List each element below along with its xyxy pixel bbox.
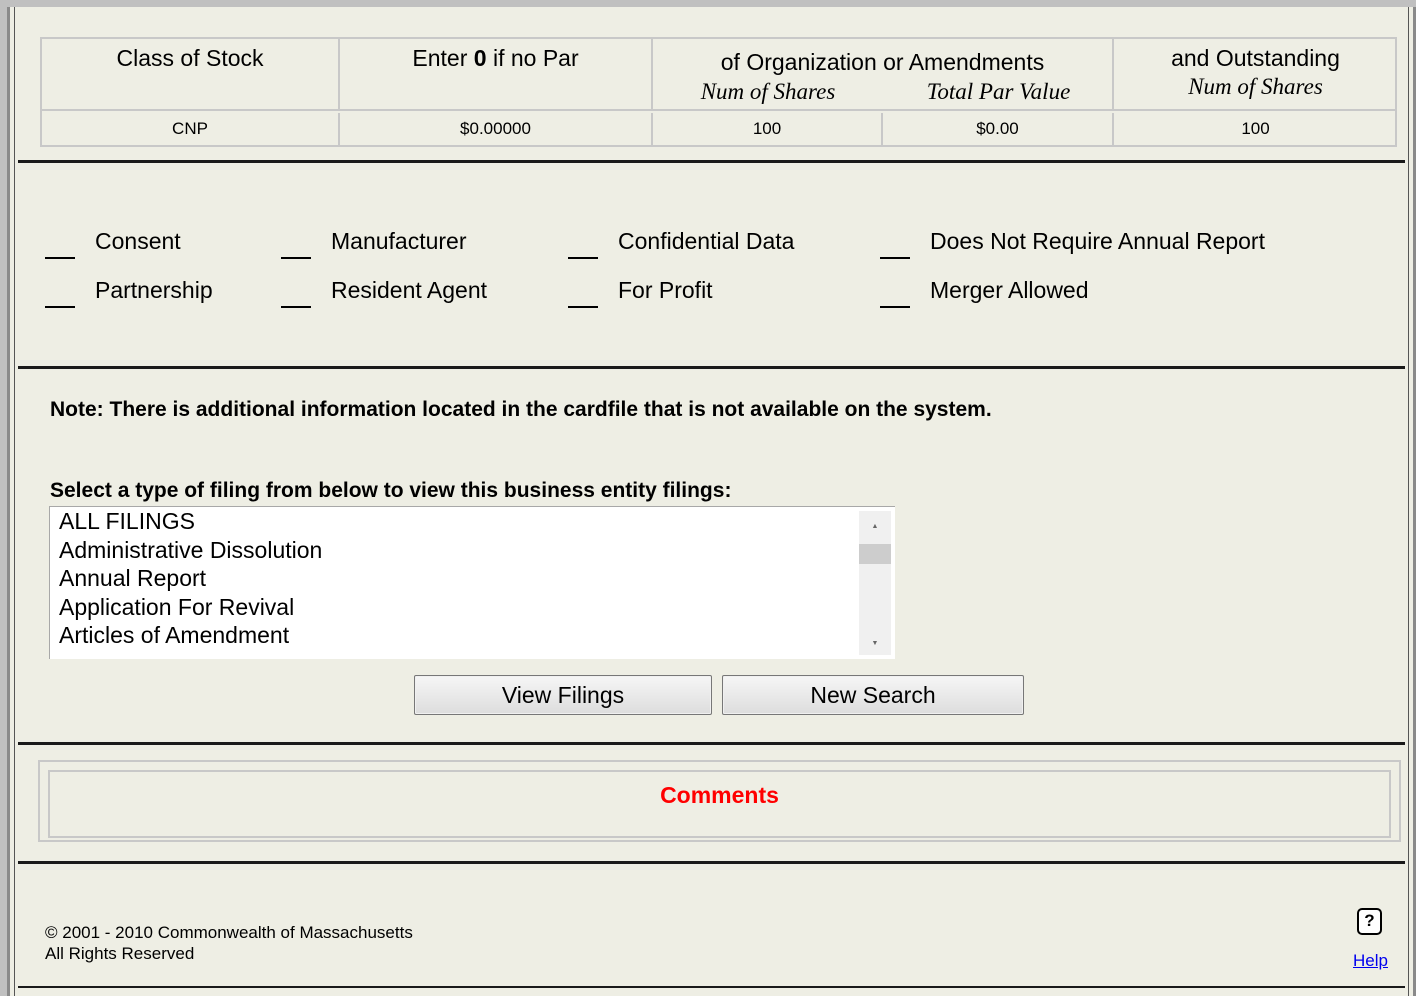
rights-text: All Rights Reserved [45,944,195,963]
scroll-thumb[interactable] [859,544,891,564]
divider [18,742,1405,745]
flag-label: Resident Agent [331,277,488,303]
flag-blank [281,257,311,259]
header-organization: of Organization or Amendments Num of Sha… [653,39,1114,111]
filings-select-label: Select a type of filing from below to vi… [50,479,732,502]
help-icon[interactable]: ? [1357,908,1382,935]
flag-partnership: Partnership [45,277,213,308]
flag-blank [281,306,311,308]
view-filings-button[interactable]: View Filings [414,675,712,715]
cell-class: CNP [42,113,340,145]
flag-label: Confidential Data [618,228,795,254]
flag-label: Does Not Require Annual Report [930,228,1265,254]
filing-type-listbox[interactable]: ALL FILINGS Administrative Dissolution A… [49,506,895,659]
par-prefix: Enter [412,45,468,71]
comments-inner: Comments [48,770,1391,838]
listbox-scrollbar[interactable]: ▲ ▼ [859,511,891,655]
header-org-num-shares: Num of Shares [700,79,836,104]
page-frame: Class of Stock Enter 0 if no Par of Orga… [7,7,1416,996]
flag-merger-allowed: Merger Allowed [880,277,1089,308]
scroll-up-icon[interactable]: ▲ [859,523,891,530]
comments-title: Comments [660,782,779,808]
cell-total-par: $0.00 [883,113,1114,145]
flag-label: For Profit [618,277,713,303]
comments-box: Comments [38,760,1401,842]
header-out-num-shares: Num of Shares [1188,74,1323,99]
new-search-button[interactable]: New Search [722,675,1024,715]
scroll-down-icon[interactable]: ▼ [859,640,891,647]
flag-confidential-data: Confidential Data [568,228,794,259]
flag-manufacturer: Manufacturer [281,228,467,259]
flag-resident-agent: Resident Agent [281,277,487,308]
cell-par: $0.00000 [340,113,653,145]
filing-option[interactable]: Articles of Amendment [50,621,895,650]
flag-blank [45,306,75,308]
flag-blank [568,257,598,259]
flag-for-profit: For Profit [568,277,713,308]
flag-consent: Consent [45,228,181,259]
header-par-label: Enter 0 if no Par [340,39,651,72]
divider [18,861,1405,864]
header-org-total-par: Total Par Value [926,79,1071,104]
divider [18,160,1405,163]
flag-no-annual-report: Does Not Require Annual Report [880,228,1265,259]
flag-label: Merger Allowed [930,277,1089,303]
header-org-label: of Organization or Amendments [720,49,1045,75]
cell-shares: 100 [653,113,883,145]
filing-option[interactable]: Administrative Dissolution [50,536,895,565]
cell-outstanding: 100 [1241,119,1270,138]
flag-label: Partnership [95,277,213,303]
flag-blank [880,257,910,259]
flag-blank [568,306,598,308]
flag-label: Manufacturer [331,228,467,254]
filing-option[interactable]: Application For Revival [50,593,895,622]
bottom-border [18,986,1405,988]
flag-label: Consent [95,228,181,254]
filing-option[interactable]: ALL FILINGS [50,507,895,536]
header-outstanding: and Outstanding Num of Shares [1114,39,1397,111]
header-outstanding-label: and Outstanding [1171,45,1340,71]
header-class-of-stock: Class of Stock [42,39,340,111]
copyright-text: © 2001 - 2010 Commonwealth of Massachuse… [45,923,413,942]
header-class-label: Class of Stock [116,45,264,71]
stock-table: Class of Stock Enter 0 if no Par of Orga… [40,37,1397,147]
divider [18,366,1405,369]
filing-option[interactable]: Annual Report [50,564,895,593]
flag-blank [880,306,910,308]
header-par-value: Enter 0 if no Par [340,39,653,111]
par-bold: 0 [473,45,487,71]
help-link[interactable]: Help [1353,951,1388,971]
cardfile-note: Note: There is additional information lo… [50,398,992,421]
par-suffix: if no Par [492,45,579,71]
flag-blank [45,257,75,259]
